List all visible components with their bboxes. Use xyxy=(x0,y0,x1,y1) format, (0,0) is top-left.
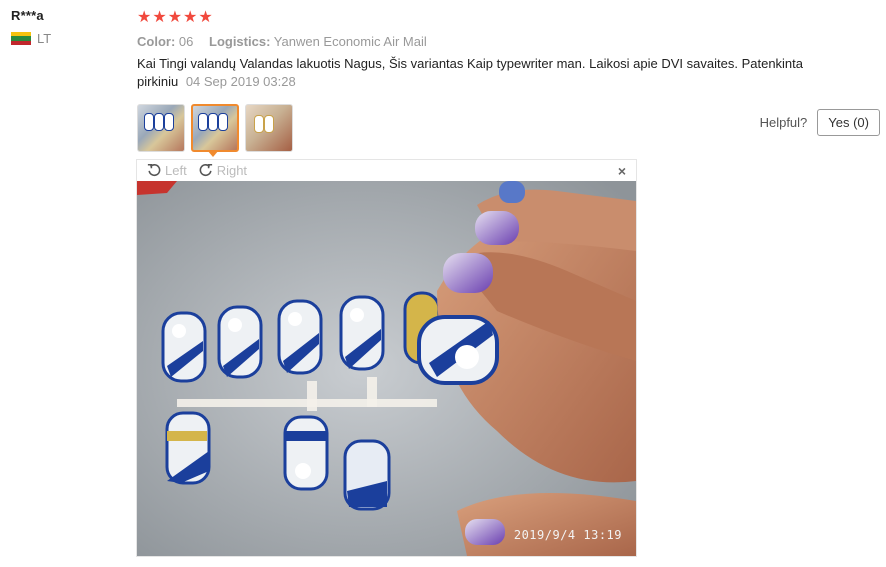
close-icon[interactable]: × xyxy=(618,163,626,179)
star-icon: ★ xyxy=(167,9,183,26)
star-icon: ★ xyxy=(137,9,152,26)
review-thumbnails xyxy=(137,104,293,152)
logistics-label: Logistics: xyxy=(209,34,271,49)
logistics-value: Yanwen Economic Air Mail xyxy=(273,34,427,49)
review-content: ★ ★ ★ ★ ★ Color: 06 Logistics: Yanwen Ec… xyxy=(137,8,877,91)
star-icon: ★ xyxy=(198,9,213,26)
photo-timestamp: 2019/9/4 13:19 xyxy=(513,528,622,542)
reviewer-info: R***a LT xyxy=(11,8,121,46)
order-meta: Color: 06 Logistics: Yanwen Economic Air… xyxy=(137,34,877,49)
review-date: 04 Sep 2019 03:28 xyxy=(185,74,296,89)
review-thumbnail-active[interactable] xyxy=(191,104,239,152)
review-text: Kai Tingi valandų Valandas lakuotis Nagu… xyxy=(137,55,837,91)
viewer-toolbar: Left Right xyxy=(137,160,636,180)
reviewer-name: R***a xyxy=(11,8,44,23)
review-thumbnail[interactable] xyxy=(137,104,185,152)
helpful-yes-button[interactable]: Yes (0) xyxy=(817,109,880,136)
image-viewer: Left Right × 2019/9/4 13:19 xyxy=(136,159,637,557)
helpful-vote: Helpful? Yes (0) xyxy=(760,109,880,136)
rotate-left-label: Left xyxy=(165,162,187,178)
star-icon: ★ xyxy=(152,9,167,26)
color-label: Color: xyxy=(137,34,176,49)
rotate-right-button[interactable]: Right xyxy=(199,163,247,178)
rotate-left-icon xyxy=(147,163,161,177)
rotate-right-label: Right xyxy=(216,162,248,178)
rotate-right-icon xyxy=(199,163,212,177)
nails-photo-image xyxy=(137,181,636,556)
review-thumbnail[interactable] xyxy=(245,104,293,152)
star-icon: ★ xyxy=(183,9,198,26)
reviewer-country: LT xyxy=(11,31,121,46)
active-thumbnail-caret-icon xyxy=(207,150,219,157)
review-photo: 2019/9/4 13:19 xyxy=(137,181,636,556)
color-value: 06 xyxy=(178,34,194,49)
rotate-left-button[interactable]: Left xyxy=(147,163,187,178)
lithuania-flag-icon xyxy=(11,32,31,45)
helpful-label: Helpful? xyxy=(759,115,808,130)
country-code: LT xyxy=(37,31,52,46)
star-rating: ★ ★ ★ ★ ★ xyxy=(137,8,877,28)
